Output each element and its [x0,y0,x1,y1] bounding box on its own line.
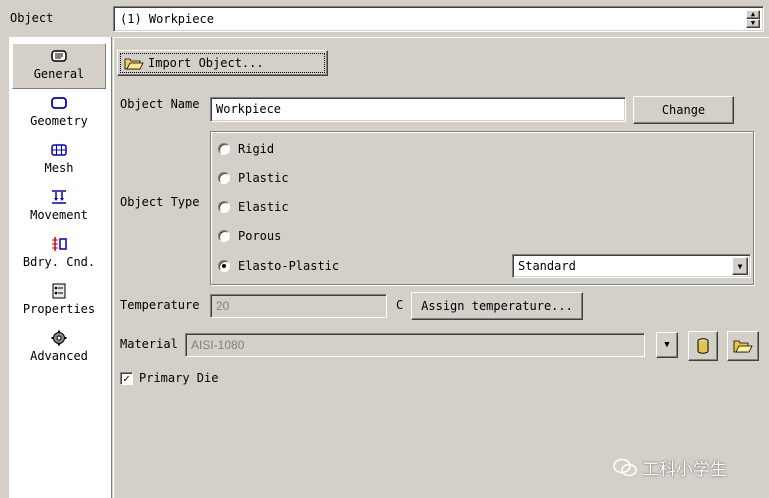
nav-item-general[interactable]: General [12,43,106,89]
radio-label: Elastic [238,200,289,214]
advanced-icon [51,330,67,346]
open-material-button[interactable] [727,331,759,361]
material-dropdown-button[interactable]: ▼ [656,332,678,358]
radio-label: Rigid [238,142,275,156]
temperature-label: Temperature [120,298,200,312]
nav-item-label: Geometry [30,114,88,128]
nav-item-label: Advanced [30,349,88,363]
elasto-plastic-mode-select[interactable]: Standard ▼ [512,254,751,278]
movement-icon [52,190,66,204]
open-folder-icon [733,340,753,353]
watermark-text: 工科小学生 [642,460,727,480]
properties-icon [52,283,66,299]
nav-item-boundary-condition[interactable]: Bdry. Cnd. [12,232,106,278]
nav-item-advanced[interactable]: Advanced [12,326,106,372]
chevron-down-icon[interactable]: ▼ [732,257,748,275]
nav-item-label: Mesh [44,161,74,175]
temperature-field: 20 [210,294,387,318]
nav-item-mesh[interactable]: Mesh [12,138,106,184]
object-nav-panel: General Geometry Mesh Movement Bdry. Cnd… [9,37,112,498]
geometry-icon [51,97,67,109]
object-select[interactable]: (1) Workpiece ▲ ▼ [113,6,764,32]
chevron-down-icon: ▼ [664,340,670,350]
radio-label: Elasto-Plastic [238,259,340,273]
radio-label: Porous [238,229,282,243]
elasto-plastic-mode-value: Standard [518,259,576,273]
radio-button[interactable] [218,201,230,213]
spin-up-icon[interactable]: ▲ [746,10,760,19]
nav-item-movement[interactable]: Movement [12,185,106,231]
import-object-label: Import Object... [148,56,264,70]
nav-item-label: Properties [22,302,96,316]
watermark: 工科小学生 [612,455,727,480]
nav-item-geometry[interactable]: Geometry [12,91,106,137]
boundary-condition-icon [52,237,67,251]
radio-button[interactable] [218,230,230,242]
material-label: Material [120,337,178,351]
radio-elasto-plastic[interactable]: Elasto-Plastic [218,259,339,273]
radio-button[interactable] [218,260,230,272]
database-icon [697,338,709,354]
change-name-button[interactable]: Change [633,96,734,124]
nav-item-properties[interactable]: Properties [12,279,106,325]
object-spinner[interactable]: ▲ ▼ [746,10,760,28]
nav-item-label: Bdry. Cnd. [22,255,96,269]
spin-down-icon[interactable]: ▼ [746,19,760,28]
primary-die-label: Primary Die [139,371,219,385]
radio-label: Plastic [238,171,289,185]
assign-temperature-button[interactable]: Assign temperature... [411,292,583,320]
radio-rigid[interactable]: Rigid [218,142,274,156]
nav-item-label: General [33,67,85,81]
temperature-unit: C [396,298,404,312]
material-library-button[interactable] [688,331,718,361]
radio-elastic[interactable]: Elastic [218,200,289,214]
object-type-group: Rigid Plastic Elastic Porous Elasto-Plas… [210,131,754,285]
object-name-label: Object Name [120,97,200,111]
radio-button[interactable] [218,172,230,184]
nav-item-label: Movement [30,208,88,222]
import-object-button[interactable]: Import Object... [117,50,328,76]
mesh-icon [51,144,67,156]
wechat-icon [613,458,637,476]
object-type-label: Object Type [120,195,200,209]
checkmark-icon[interactable]: ✓ [120,371,133,385]
radio-button[interactable] [218,143,230,155]
general-icon [51,50,67,62]
object-label: Object [10,11,54,25]
import-folder-icon [124,58,144,70]
object-select-value: (1) Workpiece [120,12,214,26]
object-name-field[interactable]: Workpiece [210,97,626,122]
primary-die-checkbox[interactable]: ✓ Primary Die [120,371,218,385]
material-field: AISI-1080 [185,333,645,357]
radio-porous[interactable]: Porous [218,229,281,243]
radio-plastic[interactable]: Plastic [218,171,289,185]
